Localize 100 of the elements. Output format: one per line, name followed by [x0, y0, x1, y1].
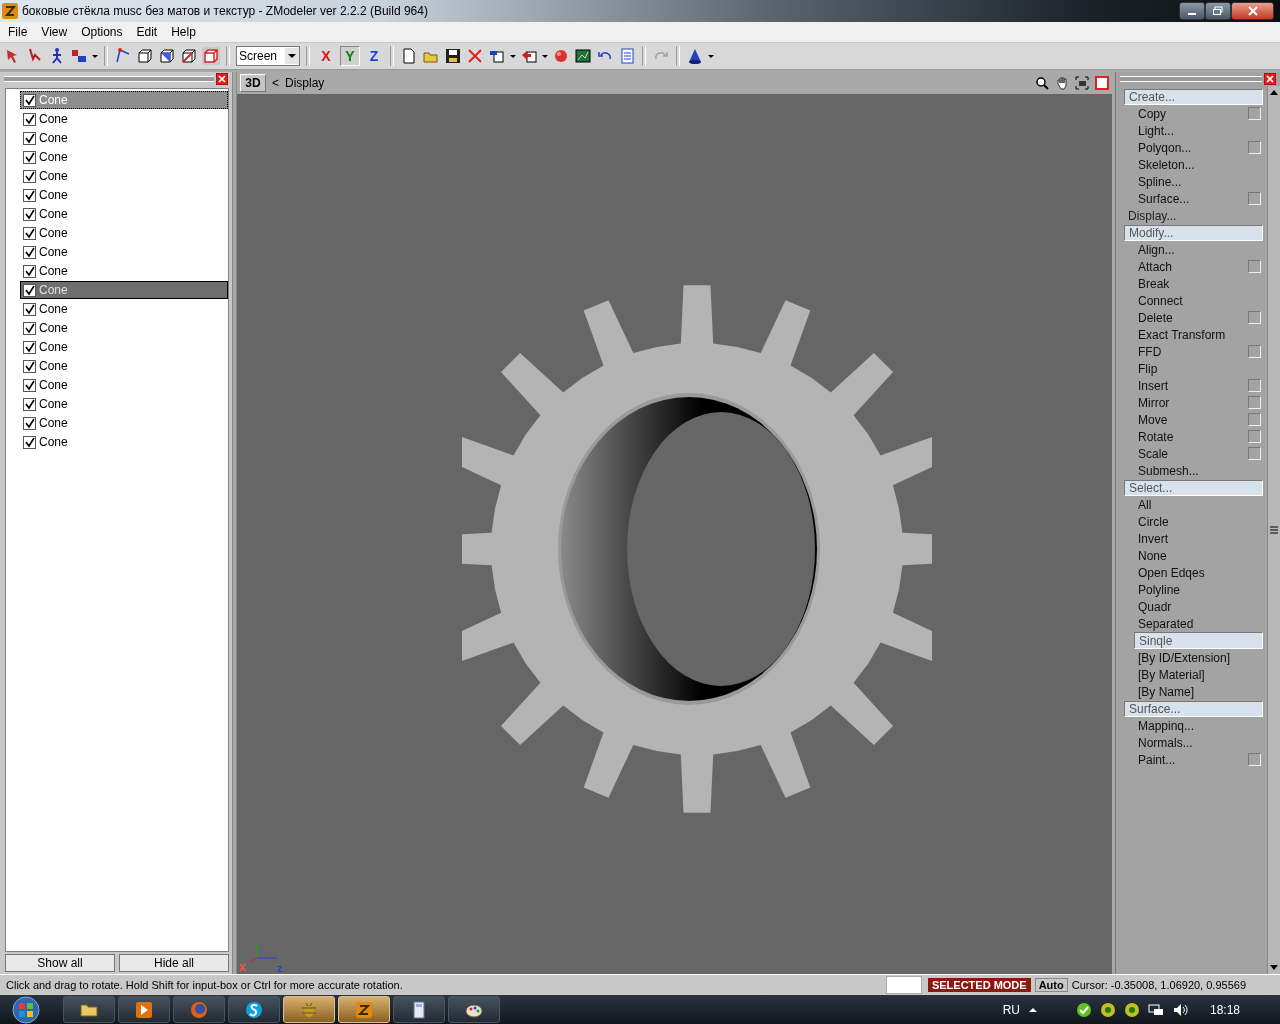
options-box[interactable]: [1248, 192, 1261, 205]
checkbox[interactable]: [23, 264, 36, 278]
panel-command-item[interactable]: Break: [1124, 275, 1263, 292]
options-box[interactable]: [1248, 260, 1261, 273]
panel-command-item[interactable]: Delete: [1124, 309, 1263, 326]
object-list-item[interactable]: Cone: [20, 376, 228, 394]
panel-command-item[interactable]: Exact Transform: [1124, 326, 1263, 343]
options-box[interactable]: [1248, 311, 1261, 324]
panel-command-item[interactable]: All: [1124, 496, 1263, 513]
close-icon[interactable]: [1264, 73, 1276, 85]
object-list-item[interactable]: Cone: [20, 129, 228, 147]
objects-icon[interactable]: [70, 47, 88, 65]
panel-command-item[interactable]: [By Name]: [1124, 683, 1263, 700]
maximize-icon[interactable]: [1095, 76, 1109, 90]
flower-icon[interactable]: [1123, 1001, 1140, 1018]
object-list-button[interactable]: Hide all: [119, 954, 229, 972]
taskbar-button[interactable]: [448, 996, 500, 1023]
checkbox[interactable]: [23, 397, 36, 411]
panel-section-header[interactable]: Create...: [1124, 89, 1263, 105]
panel-command-item[interactable]: Circle: [1124, 513, 1263, 530]
panel-command-item[interactable]: [By ID/Extension]: [1124, 649, 1263, 666]
panel-section-header[interactable]: Select...: [1124, 480, 1263, 496]
save-icon[interactable]: [444, 47, 462, 65]
panel-command-item[interactable]: Flip: [1124, 360, 1263, 377]
checkbox[interactable]: [23, 245, 36, 259]
object-list-item[interactable]: Cone: [20, 167, 228, 185]
dropdown-caret-icon[interactable]: [285, 48, 299, 64]
panel-command-item[interactable]: Light...: [1124, 122, 1263, 139]
checkbox[interactable]: [23, 359, 36, 373]
grip-icon[interactable]: [1270, 526, 1278, 534]
panel-command-item[interactable]: Mirror: [1124, 394, 1263, 411]
object-list-item[interactable]: Cone: [20, 319, 228, 337]
panel-command-item[interactable]: Invert: [1124, 530, 1263, 547]
checkbox[interactable]: [23, 207, 36, 221]
menu-item[interactable]: Edit: [130, 25, 166, 39]
panel-command-item[interactable]: Separated: [1124, 615, 1263, 632]
checkbox[interactable]: [23, 340, 36, 354]
taskbar-button[interactable]: [63, 996, 115, 1023]
taskbar-button[interactable]: [228, 996, 280, 1023]
panel-command-item[interactable]: Insert: [1124, 377, 1263, 394]
panel-command-item[interactable]: Normals...: [1124, 734, 1263, 751]
panel-section-header[interactable]: Surface...: [1124, 701, 1263, 717]
checkbox[interactable]: [23, 93, 36, 107]
panel-command-item[interactable]: Quadr: [1124, 598, 1263, 615]
object-list-item[interactable]: Cone: [20, 205, 228, 223]
panel-command-item[interactable]: Polyqon...: [1124, 139, 1263, 156]
checkbox[interactable]: [23, 169, 36, 183]
object-list-item[interactable]: Cone: [20, 148, 228, 166]
zoom-icon[interactable]: [1035, 76, 1049, 90]
object-list-item[interactable]: Cone: [20, 262, 228, 280]
panel-command-item[interactable]: Align...: [1124, 241, 1263, 258]
object-list-button[interactable]: Show all: [5, 954, 115, 972]
taskbar-button[interactable]: [338, 996, 390, 1023]
group-cube-icon[interactable]: [202, 47, 220, 65]
clock[interactable]: 18:18: [1209, 1002, 1240, 1017]
panel-command-item[interactable]: [By Material]: [1124, 666, 1263, 683]
new-file-icon[interactable]: [400, 47, 418, 65]
object-list-item[interactable]: Cone: [20, 414, 228, 432]
scrollbar[interactable]: [1267, 86, 1280, 974]
checkbox[interactable]: [23, 226, 36, 240]
checkbox[interactable]: [23, 435, 36, 449]
panel-command-item[interactable]: Polyline: [1124, 581, 1263, 598]
panel-command-item[interactable]: Rotate: [1124, 428, 1263, 445]
menu-item[interactable]: Options: [75, 25, 131, 39]
language-indicator[interactable]: RU: [1002, 1002, 1020, 1017]
network-icon[interactable]: [1147, 1001, 1164, 1018]
document-icon[interactable]: [618, 47, 636, 65]
checkbox[interactable]: [23, 188, 36, 202]
menu-item[interactable]: Help: [165, 25, 204, 39]
view-tab[interactable]: 3D: [240, 74, 266, 92]
checkbox[interactable]: [23, 416, 36, 430]
object-list-item[interactable]: Cone: [20, 433, 228, 451]
taskbar-button[interactable]: [118, 996, 170, 1023]
checkbox[interactable]: [23, 150, 36, 164]
checkbox[interactable]: [23, 283, 36, 297]
object-list-item[interactable]: Cone: [20, 338, 228, 356]
checkbox[interactable]: [23, 302, 36, 316]
object-list-item[interactable]: Cone: [20, 281, 228, 299]
object-list-item[interactable]: Cone: [20, 186, 228, 204]
hand-icon[interactable]: [1055, 76, 1069, 90]
panel-command-item[interactable]: Spline...: [1124, 173, 1263, 190]
object-list-item[interactable]: Cone: [20, 243, 228, 261]
options-box[interactable]: [1248, 107, 1261, 120]
panel-command-item[interactable]: Skeleton...: [1124, 156, 1263, 173]
object-list-item[interactable]: Cone: [20, 300, 228, 318]
panel-command-item[interactable]: Submesh...: [1124, 462, 1263, 479]
options-box[interactable]: [1248, 753, 1261, 766]
panel-command-item[interactable]: FFD: [1124, 343, 1263, 360]
minimize-button[interactable]: [1179, 2, 1205, 20]
image-icon[interactable]: [574, 47, 592, 65]
options-box[interactable]: [1248, 413, 1261, 426]
object-cube-icon[interactable]: [180, 47, 198, 65]
checkbox[interactable]: [23, 112, 36, 126]
options-box[interactable]: [1248, 447, 1261, 460]
object-list-item[interactable]: Cone: [20, 224, 228, 242]
frame-icon[interactable]: [1075, 76, 1089, 90]
axis-toggle[interactable]: Z: [364, 46, 384, 66]
options-box[interactable]: [1248, 379, 1261, 392]
restore-button[interactable]: [1205, 2, 1231, 20]
options-box[interactable]: [1248, 430, 1261, 443]
